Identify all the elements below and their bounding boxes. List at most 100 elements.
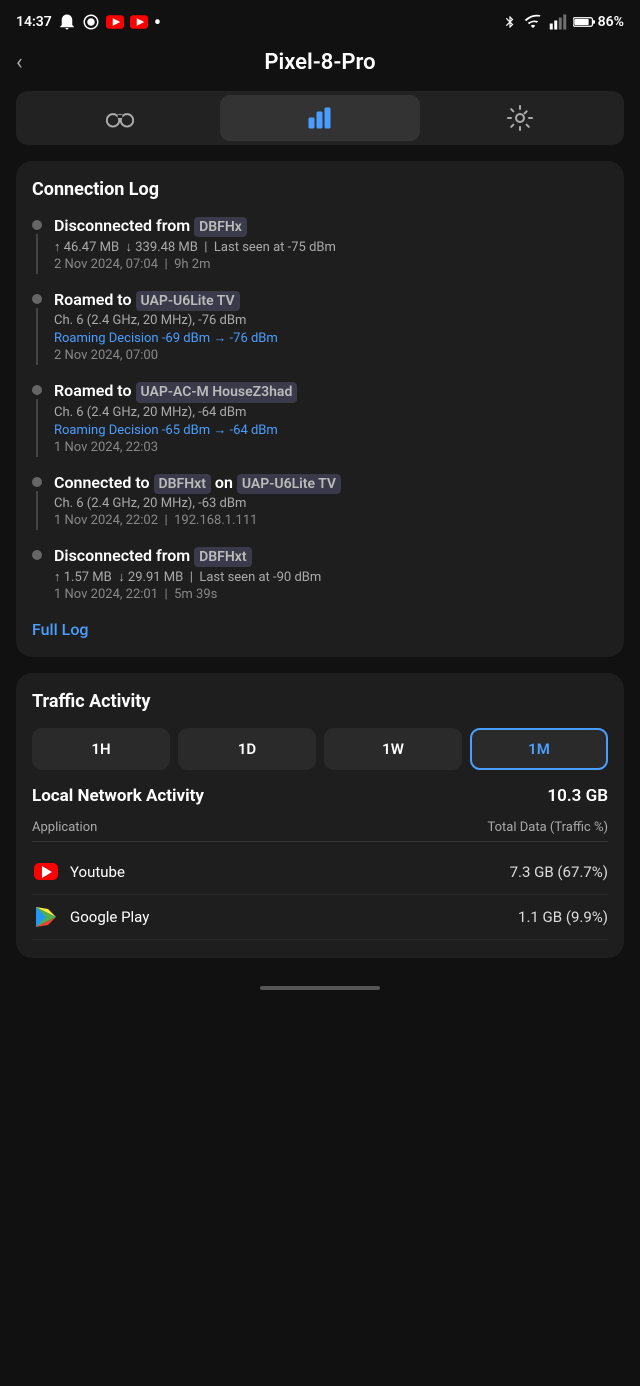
log-channel-4: Ch. 6 (2.4 GHz, 20 MHz), -63 dBm (54, 496, 608, 511)
log-item-5: Disconnected from DBFHxt ↑ 1.57 MB ↓ 29.… (32, 546, 608, 604)
local-network-value: 10.3 GB (547, 786, 608, 806)
log-dot-col-4 (32, 473, 42, 530)
youtube-icon (32, 858, 60, 886)
header: ‹ Pixel-8-Pro (0, 40, 640, 91)
log-channel-3: Ch. 6 (2.4 GHz, 20 MHz), -64 dBm (54, 405, 608, 420)
back-button[interactable]: ‹ (16, 50, 23, 75)
log-ssid-1: DBFHx (194, 217, 247, 237)
time: 14:37 (16, 14, 52, 30)
youtube-app-data: 7.3 GB (67.7%) (510, 863, 608, 881)
notification-icon (58, 13, 76, 31)
log-line-4 (36, 491, 38, 530)
googleplay-app-name: Google Play (70, 908, 518, 926)
tab-chart[interactable] (220, 95, 420, 141)
connection-log-card: Connection Log Disconnected from DBFHx ↑… (16, 161, 624, 657)
bottom-handle (0, 974, 640, 1002)
log-title-1: Disconnected from DBFHx (54, 216, 608, 237)
status-left: 14:37 • (16, 10, 161, 34)
youtube-status-icon (106, 15, 124, 29)
local-network-header: Local Network Activity 10.3 GB (32, 786, 608, 806)
battery-indicator: 86% (573, 14, 624, 30)
log-ssid-2: UAP-U6Lite TV (136, 291, 240, 311)
log-item-1: Disconnected from DBFHx ↑ 46.47 MB ↓ 339… (32, 216, 608, 274)
log-channel-2: Ch. 6 (2.4 GHz, 20 MHz), -76 dBm (54, 313, 608, 328)
log-content-3: Roamed to UAP-AC-M HouseZ3had Ch. 6 (2.4… (54, 381, 608, 456)
local-network-label: Local Network Activity (32, 786, 204, 806)
log-ssid-4: DBFHxt (154, 474, 211, 494)
log-title-5: Disconnected from DBFHxt (54, 546, 608, 567)
handle-bar (260, 986, 380, 990)
log-title-4: Connected to DBFHxt on UAP-U6Lite TV (54, 473, 608, 494)
youtube-play-icon (34, 863, 58, 880)
connection-log-title: Connection Log (32, 179, 608, 200)
traffic-activity-card: Traffic Activity 1H 1D 1W 1M Local Netwo… (16, 673, 624, 958)
app-row-googleplay: Google Play 1.1 GB (9.9%) (32, 895, 608, 940)
log-stats-5: ↑ 1.57 MB ↓ 29.91 MB | Last seen at -90 … (54, 569, 608, 585)
status-right: 86% (503, 13, 624, 31)
battery-percent: 86% (598, 14, 624, 30)
log-type-5: Disconnected from (54, 546, 194, 565)
tab-bar (16, 91, 624, 145)
log-title-3: Roamed to UAP-AC-M HouseZ3had (54, 381, 608, 402)
log-dot-col-3 (32, 381, 42, 456)
log-line-1 (36, 234, 38, 274)
log-content-4: Connected to DBFHxt on UAP-U6Lite TV Ch.… (54, 473, 608, 530)
status-bar: 14:37 • 86% (0, 0, 640, 40)
filter-1h[interactable]: 1H (32, 728, 170, 770)
tab-binoculars[interactable] (20, 95, 220, 141)
log-item-2: Roamed to UAP-U6Lite TV Ch. 6 (2.4 GHz, … (32, 290, 608, 365)
log-on-4: on (211, 473, 237, 492)
googleplay-svg (34, 905, 58, 929)
camera-icon (82, 13, 100, 31)
log-item-4: Connected to DBFHxt on UAP-U6Lite TV Ch.… (32, 473, 608, 530)
full-log-link[interactable]: Full Log (32, 620, 608, 639)
log-line-2 (36, 308, 38, 365)
log-dot-1 (32, 220, 42, 230)
log-dot-col-1 (32, 216, 42, 274)
log-type-4: Connected to (54, 473, 154, 492)
filter-1d[interactable]: 1D (178, 728, 316, 770)
youtube2-status-icon (130, 15, 148, 29)
log-date-3: 1 Nov 2024, 22:03 (54, 440, 608, 455)
log-ssid-5: DBFHxt (194, 547, 251, 567)
log-date-4: 1 Nov 2024, 22:02 | 192.168.1.111 (54, 513, 608, 528)
log-dot-2 (32, 294, 42, 304)
filter-1m[interactable]: 1M (470, 728, 608, 770)
log-item-3: Roamed to UAP-AC-M HouseZ3had Ch. 6 (2.4… (32, 381, 608, 456)
googleplay-icon (32, 903, 60, 931)
time-filter-group: 1H 1D 1W 1M (32, 728, 608, 770)
log-dot-col-5 (32, 546, 42, 604)
log-dot-5 (32, 550, 42, 560)
log-dot-3 (32, 385, 42, 395)
filter-1w[interactable]: 1W (324, 728, 462, 770)
youtube-play-triangle (42, 866, 52, 878)
traffic-activity-title: Traffic Activity (32, 691, 608, 712)
log-content-1: Disconnected from DBFHx ↑ 46.47 MB ↓ 339… (54, 216, 608, 274)
col-application: Application (32, 820, 97, 835)
log-date-1: 2 Nov 2024, 07:04 | 9h 2m (54, 257, 608, 272)
dot-indicator: • (154, 10, 161, 34)
youtube-app-name: Youtube (70, 863, 510, 881)
traffic-col-headers: Application Total Data (Traffic %) (32, 812, 608, 842)
log-date-5: 1 Nov 2024, 22:01 | 5m 39s (54, 587, 608, 602)
col-data: Total Data (Traffic %) (487, 820, 608, 835)
log-ssid-3: UAP-AC-M HouseZ3had (136, 382, 298, 402)
googleplay-app-data: 1.1 GB (9.9%) (518, 908, 608, 926)
battery-icon (573, 16, 595, 28)
page-title: Pixel-8-Pro (264, 50, 375, 75)
log-dot-col-2 (32, 290, 42, 365)
log-date-2: 2 Nov 2024, 07:00 (54, 348, 608, 363)
log-content-2: Roamed to UAP-U6Lite TV Ch. 6 (2.4 GHz, … (54, 290, 608, 365)
log-roaming-2: Roaming Decision -69 dBm → -76 dBm (54, 330, 608, 346)
tab-settings[interactable] (420, 95, 620, 141)
signal-icon (549, 13, 567, 31)
log-roaming-3: Roaming Decision -65 dBm → -64 dBm (54, 422, 608, 438)
log-dot-4 (32, 477, 42, 487)
log-title-2: Roamed to UAP-U6Lite TV (54, 290, 608, 311)
log-content-5: Disconnected from DBFHxt ↑ 1.57 MB ↓ 29.… (54, 546, 608, 604)
log-stats-1: ↑ 46.47 MB ↓ 339.48 MB | Last seen at -7… (54, 239, 608, 255)
log-ssid-on-4: UAP-U6Lite TV (237, 474, 341, 494)
log-line-3 (36, 399, 38, 456)
log-type-1: Disconnected from (54, 216, 194, 235)
wifi-icon (523, 13, 543, 31)
